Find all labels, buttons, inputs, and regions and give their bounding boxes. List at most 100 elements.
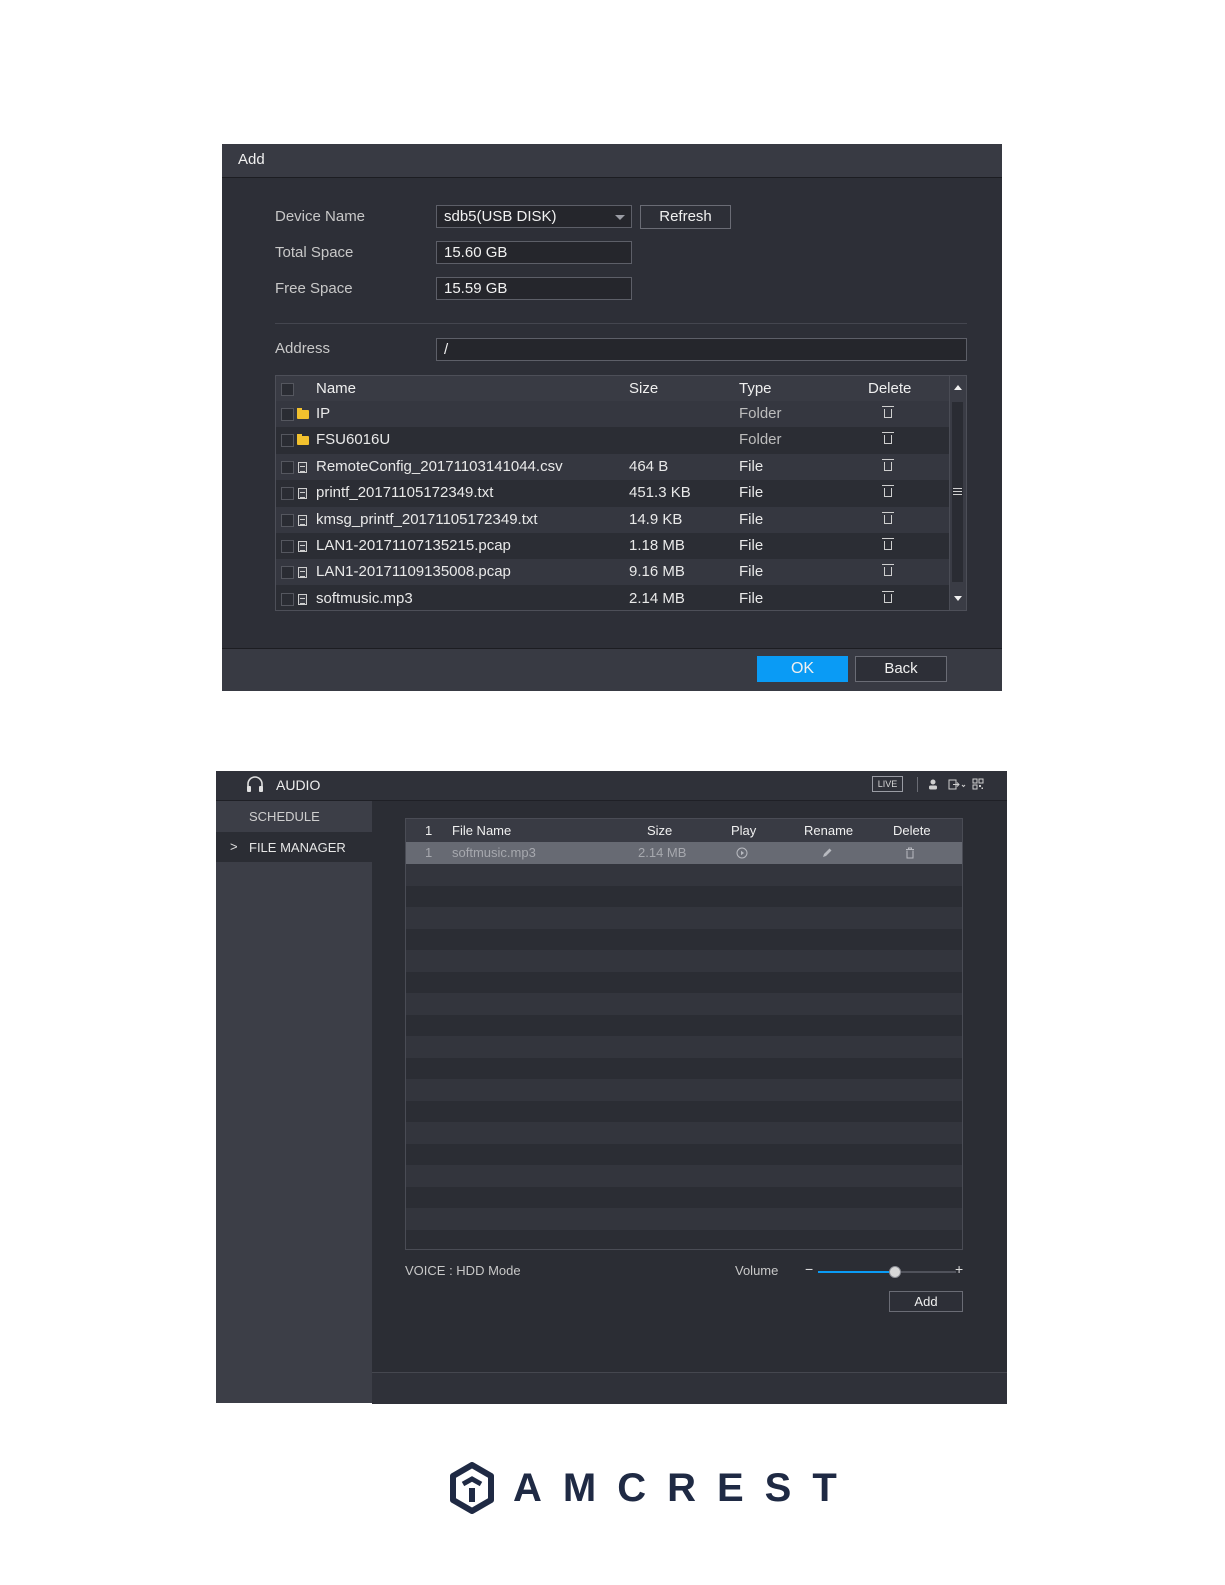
row-checkbox[interactable] <box>281 487 294 501</box>
free-space-label: Free Space <box>275 280 353 297</box>
empty-row <box>406 1143 962 1165</box>
select-all-checkbox[interactable] <box>281 383 294 396</box>
device-name-select[interactable]: sdb5(USB DISK) <box>436 205 632 228</box>
empty-row <box>406 1207 962 1230</box>
table-row[interactable]: kmsg_printf_20171105172349.txt 14.9 KB Fil… <box>276 506 950 533</box>
empty-row <box>406 949 962 972</box>
logout-icon[interactable] <box>948 779 966 790</box>
audio-sidebar: SCHEDULE > FILE MANAGER <box>216 801 372 1403</box>
table-row[interactable]: LAN1-20171109135008.pcap 9.16 MB File <box>276 559 950 586</box>
table-header: 1 File Name Size Play Rename Delete <box>406 819 962 842</box>
row-type: File <box>739 484 764 502</box>
col-file-name: File Name <box>452 823 512 838</box>
file-icon <box>298 461 307 473</box>
sidebar-item-schedule[interactable]: SCHEDULE <box>216 801 372 831</box>
refresh-button[interactable]: Refresh <box>640 205 731 229</box>
row-checkbox[interactable] <box>281 434 294 448</box>
row-checkbox[interactable] <box>281 460 294 474</box>
address-input[interactable]: / <box>436 338 967 361</box>
scroll-down-icon[interactable] <box>954 596 962 601</box>
scrollbar[interactable] <box>949 376 966 610</box>
device-name-label: Device Name <box>275 208 366 225</box>
address-label: Address <box>275 340 331 357</box>
trash-icon[interactable] <box>882 406 894 418</box>
row-name: LAN1-20171107135215.pcap <box>316 537 511 554</box>
user-icon[interactable] <box>928 779 938 790</box>
col-size: Size <box>629 380 659 397</box>
file-icon <box>298 541 307 552</box>
divider <box>275 323 967 324</box>
table-row[interactable]: softmusic.mp3 2.14 MB File <box>276 586 950 612</box>
col-delete: Delete <box>893 823 931 838</box>
volume-increase-icon[interactable]: + <box>955 1261 963 1277</box>
row-type: File <box>739 457 764 475</box>
scroll-thumb[interactable] <box>952 402 963 582</box>
empty-row <box>406 863 962 886</box>
row-name: FSU6016U <box>316 431 391 449</box>
trash-icon[interactable] <box>905 847 915 859</box>
row-size: 14.9 KB <box>629 510 683 528</box>
audio-file-table: 1 File Name Size Play Rename Delete 1 sof… <box>405 818 963 1250</box>
row-type: File <box>739 563 764 581</box>
row-type: Folder <box>739 431 782 449</box>
empty-row <box>406 1100 962 1122</box>
empty-row <box>406 885 962 907</box>
table-row[interactable]: FSU6016U Folder <box>276 427 950 453</box>
dialog-footer: OK Back <box>222 648 1002 691</box>
trash-icon[interactable] <box>882 538 894 550</box>
col-delete: Delete <box>868 380 912 397</box>
total-space-label: Total Space <box>275 244 354 261</box>
audio-window: AUDIO LIVE SCHEDULE > FILE MANAGER 1 Fil… <box>216 771 1007 1404</box>
live-badge[interactable]: LIVE <box>872 776 903 792</box>
row-checkbox[interactable] <box>281 408 294 421</box>
row-size: 464 B <box>629 457 669 475</box>
table-row[interactable]: RemoteConfig_20171103141044.csv 464 B File <box>276 453 950 480</box>
row-size: 2.14 MB <box>638 845 687 860</box>
table-row[interactable]: LAN1-20171107135215.pcap 1.18 MB File <box>276 533 950 559</box>
empty-row <box>406 1078 962 1101</box>
scroll-up-icon[interactable] <box>954 385 962 390</box>
volume-fill <box>818 1271 896 1273</box>
volume-knob[interactable] <box>889 1266 902 1278</box>
trash-icon[interactable] <box>882 590 894 603</box>
col-size: Size <box>647 823 673 838</box>
sidebar-item-label: FILE MANAGER <box>249 840 346 855</box>
headphones-icon <box>247 776 263 792</box>
col-rename: Rename <box>804 823 854 838</box>
table-row[interactable]: printf_20171105172349.txt 451.3 KB File <box>276 480 950 506</box>
sidebar-item-file-manager[interactable]: > FILE MANAGER <box>216 832 372 862</box>
volume-slider[interactable] <box>818 1266 956 1278</box>
empty-row <box>406 906 962 929</box>
row-checkbox[interactable] <box>281 540 294 553</box>
file-icon <box>298 514 307 526</box>
folder-icon <box>297 434 309 446</box>
add-dialog: Add Device Name sdb5(USB DISK) Refresh T… <box>222 144 1002 691</box>
chevron-right-icon: > <box>230 839 238 854</box>
add-button[interactable]: Add <box>889 1291 963 1312</box>
ok-button[interactable]: OK <box>757 656 848 682</box>
back-button[interactable]: Back <box>855 656 947 682</box>
row-checkbox[interactable] <box>281 592 294 606</box>
row-index: 1 <box>425 845 433 860</box>
total-space-field: 15.60 GB <box>436 241 632 264</box>
play-icon[interactable] <box>736 847 748 859</box>
trash-icon[interactable] <box>882 511 894 524</box>
volume-decrease-icon[interactable]: − <box>805 1261 813 1277</box>
trash-icon[interactable] <box>882 432 894 445</box>
trash-icon[interactable] <box>882 564 894 577</box>
folder-icon <box>297 408 309 419</box>
file-icon <box>298 488 307 500</box>
table-row[interactable]: 1 softmusic.mp3 2.14 MB <box>406 842 962 864</box>
pencil-icon[interactable] <box>821 847 833 859</box>
sidebar-item-label: SCHEDULE <box>249 809 320 824</box>
row-checkbox[interactable] <box>281 566 294 580</box>
trash-icon[interactable] <box>882 485 894 498</box>
empty-row <box>406 992 962 1015</box>
dialog-title: Add <box>238 151 265 168</box>
device-name-value: sdb5(USB DISK) <box>444 208 557 225</box>
row-checkbox[interactable] <box>281 513 294 527</box>
free-space-field: 15.59 GB <box>436 277 632 300</box>
trash-icon[interactable] <box>882 458 894 471</box>
qr-code-icon[interactable] <box>972 778 984 790</box>
table-row[interactable]: IP Folder <box>276 401 950 427</box>
